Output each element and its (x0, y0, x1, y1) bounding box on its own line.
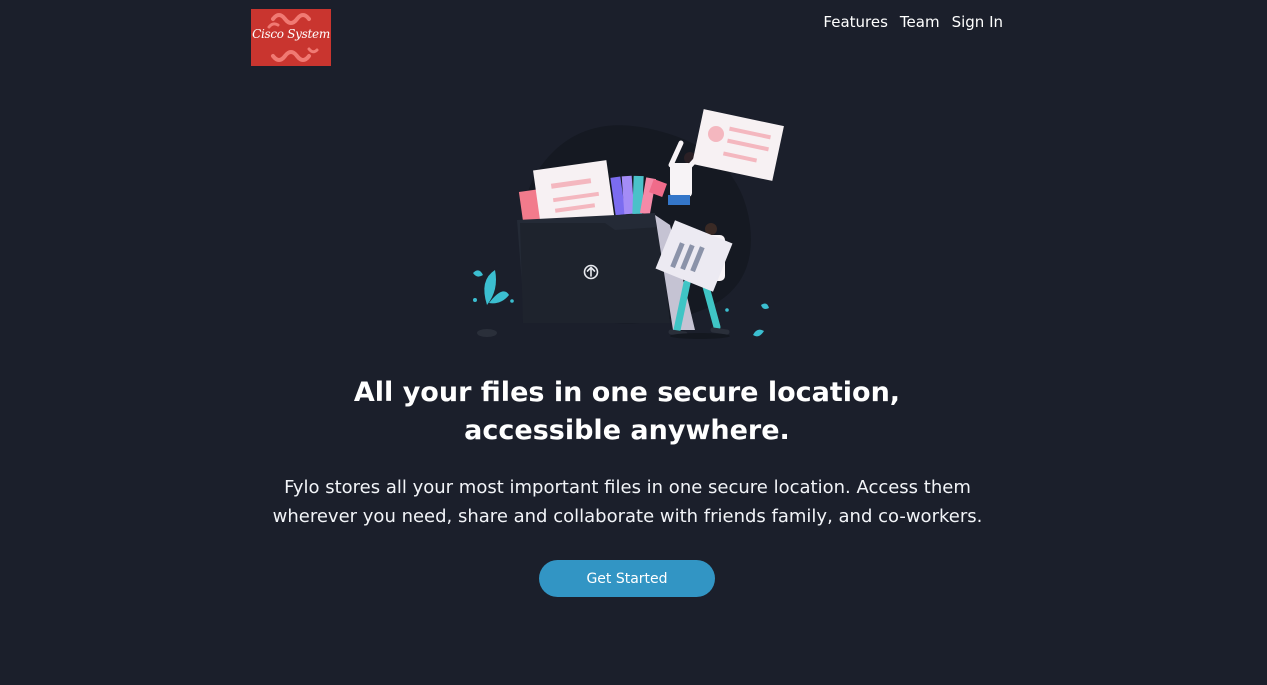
nav-link-team[interactable]: Team (900, 13, 940, 31)
page: Cisco System Features Team Sign In All y… (0, 0, 1267, 685)
hero-headline: All your files in one secure location, a… (353, 377, 901, 446)
main-nav: Features Team Sign In (823, 13, 1003, 31)
brand-logo[interactable]: Cisco System (251, 9, 331, 66)
logo-text: Cisco System (252, 27, 330, 41)
nav-link-sign-in[interactable]: Sign In (952, 13, 1003, 31)
files-folder-illustration (465, 105, 785, 345)
hero-subtext: Fylo stores all your most important file… (272, 477, 983, 527)
get-started-button[interactable]: Get Started (539, 560, 715, 597)
nav-link-features[interactable]: Features (823, 13, 888, 31)
